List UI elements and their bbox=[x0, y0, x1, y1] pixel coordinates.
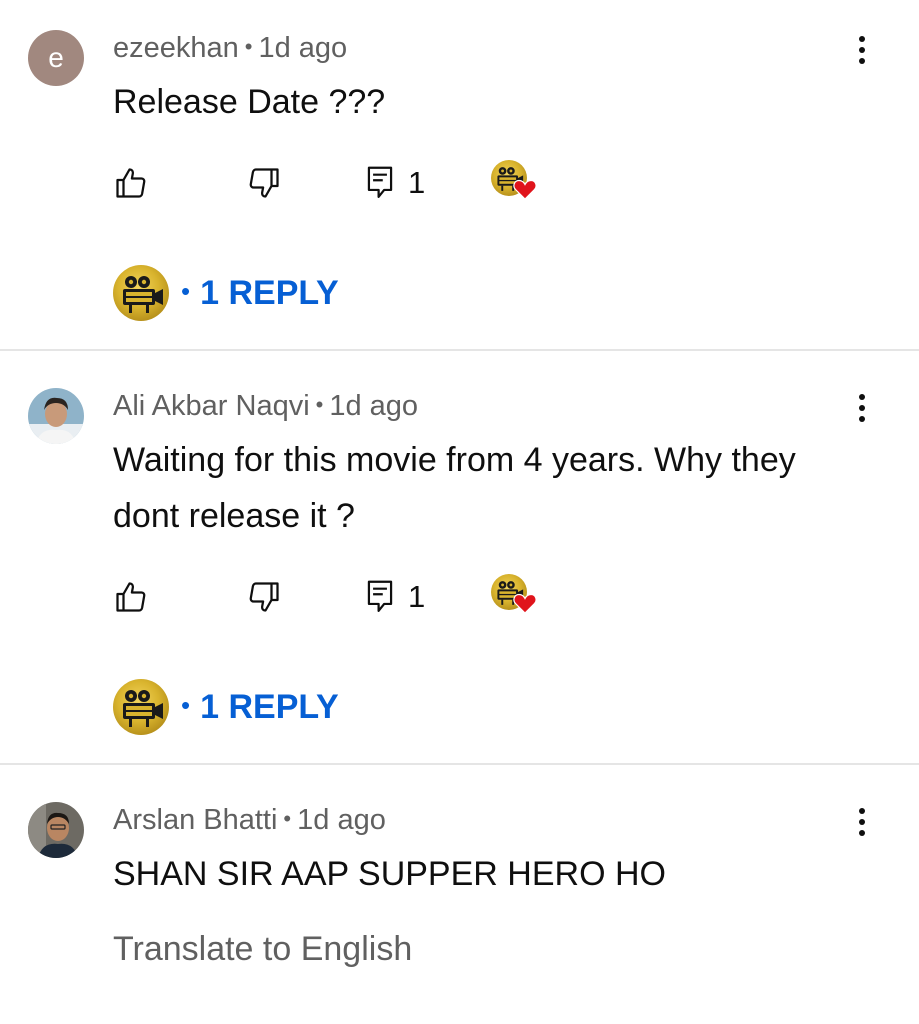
comment-actions: 1 bbox=[113, 572, 563, 622]
avatar[interactable] bbox=[28, 802, 84, 858]
more-vert-icon[interactable] bbox=[851, 390, 873, 426]
dislike-button[interactable] bbox=[246, 572, 282, 622]
reply-count: 1 bbox=[408, 165, 426, 200]
comment-time: 1d ago bbox=[329, 390, 419, 422]
reply-dot: • bbox=[181, 689, 191, 720]
comment-meta: Ali Akbar Naqvi • 1d ago bbox=[113, 390, 418, 423]
view-replies-button[interactable]: • 1 REPLY bbox=[113, 678, 513, 736]
like-button[interactable] bbox=[113, 158, 149, 208]
reply-button[interactable]: 1 bbox=[366, 572, 425, 622]
more-vert-icon[interactable] bbox=[851, 32, 873, 68]
reply-dot: • bbox=[181, 275, 191, 306]
divider bbox=[0, 349, 919, 351]
comment-thread: e ezeekhan • 1d ago Release Date ??? 1 • 1… bbox=[0, 0, 919, 350]
avatar[interactable] bbox=[28, 388, 84, 444]
dislike-button[interactable] bbox=[246, 158, 282, 208]
comment-text: Waiting for this movie from 4 years. Why… bbox=[113, 441, 796, 535]
comment-icon bbox=[367, 166, 393, 198]
comment-author[interactable]: Ali Akbar Naqvi bbox=[113, 390, 310, 422]
comment-thread: Arslan Bhatti • 1d ago SHAN SIR AAP SUPPER… bbox=[0, 766, 919, 1024]
view-replies-label: 1 REPLY bbox=[200, 687, 339, 726]
meta-separator: • bbox=[244, 34, 253, 59]
like-button[interactable] bbox=[113, 572, 149, 622]
heart-icon bbox=[513, 593, 537, 614]
divider bbox=[0, 763, 919, 765]
comment-actions: 1 bbox=[113, 158, 563, 208]
thumbs-up-icon bbox=[116, 582, 146, 612]
meta-separator: • bbox=[283, 806, 292, 831]
comment-meta: ezeekhan • 1d ago bbox=[113, 32, 347, 65]
view-replies-label: 1 REPLY bbox=[200, 273, 339, 312]
channel-logo-icon bbox=[113, 679, 169, 735]
reply-button[interactable]: 1 bbox=[366, 158, 425, 208]
channel-logo-icon bbox=[113, 265, 169, 321]
comment-meta: Arslan Bhatti • 1d ago bbox=[113, 804, 386, 837]
comment-author[interactable]: Arslan Bhatti bbox=[113, 804, 277, 836]
thumbs-down-icon bbox=[249, 582, 279, 612]
meta-separator: • bbox=[315, 392, 324, 417]
comment-icon bbox=[367, 580, 393, 612]
avatar[interactable]: e bbox=[28, 30, 84, 86]
comment-time: 1d ago bbox=[297, 804, 386, 836]
comment-text: SHAN SIR AAP SUPPER HERO HO bbox=[113, 855, 666, 893]
translate-link[interactable]: Translate to English bbox=[113, 930, 412, 969]
reply-count: 1 bbox=[408, 579, 426, 614]
more-vert-icon[interactable] bbox=[851, 804, 873, 840]
heart-icon bbox=[513, 179, 537, 200]
comment-time: 1d ago bbox=[258, 32, 348, 64]
comment-text: Release Date ??? bbox=[113, 83, 386, 121]
avatar-letter: e bbox=[48, 42, 64, 73]
creator-heart bbox=[491, 160, 541, 206]
creator-heart bbox=[491, 574, 541, 620]
view-replies-button[interactable]: • 1 REPLY bbox=[113, 264, 513, 322]
thumbs-up-icon bbox=[116, 168, 146, 198]
comment-thread: Ali Akbar Naqvi • 1d ago Waiting for this … bbox=[0, 352, 919, 764]
thumbs-down-icon bbox=[249, 168, 279, 198]
comment-author[interactable]: ezeekhan bbox=[113, 32, 239, 64]
